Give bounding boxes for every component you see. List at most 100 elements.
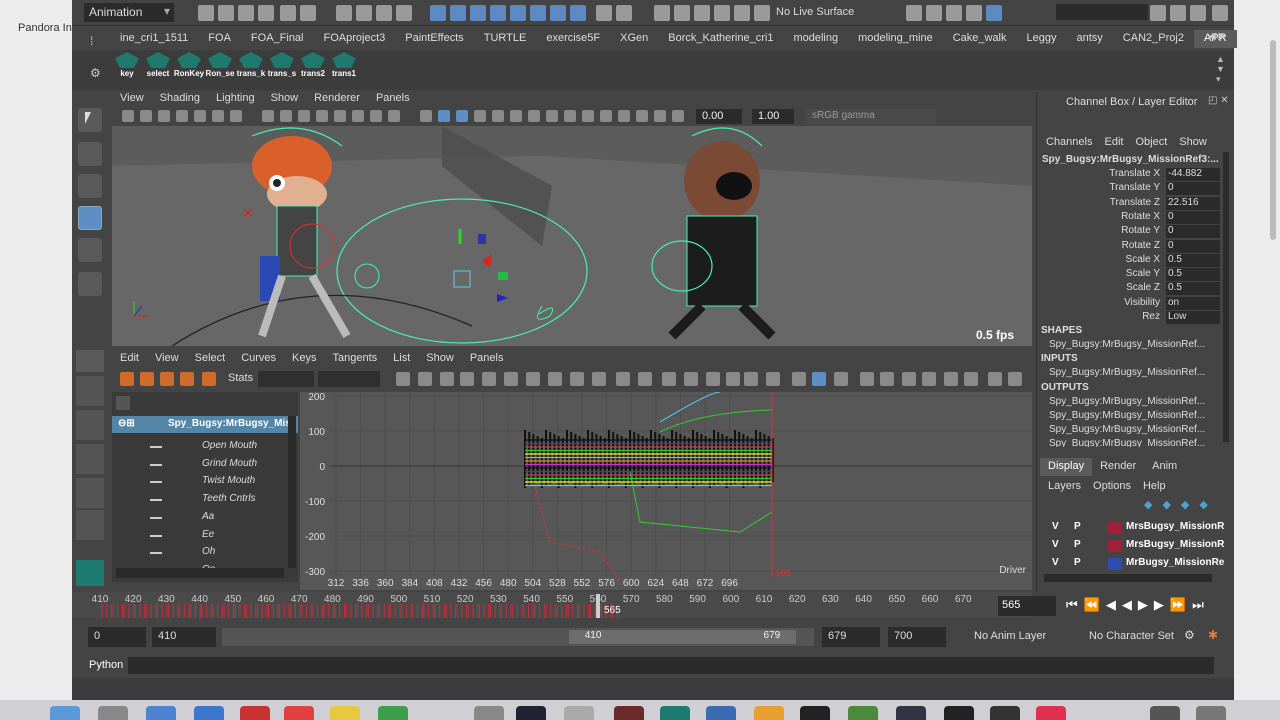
channel-label[interactable]: Rotate Y [1040,225,1160,236]
graph-editor-tool-icon[interactable] [944,372,958,386]
graph-editor-tool-icon[interactable] [460,372,474,386]
layer-hscrollbar[interactable] [1044,574,1212,582]
viewport-tool-icon[interactable] [654,110,666,122]
graph-editor-tool-icon[interactable] [140,372,154,386]
channel-value-field[interactable]: 22.516 [1166,196,1220,210]
graph-editor-tool-icon[interactable] [766,372,780,386]
graph-editor-tool-icon[interactable] [988,372,1002,386]
current-time-indicator[interactable] [596,594,600,618]
graph-editor-tool-icon[interactable] [202,372,216,386]
shelf-menu-arrows[interactable]: ▲ ▼ ▾ [1216,54,1225,84]
channel-value-field[interactable]: Low [1166,311,1220,324]
dock-app-icon[interactable] [944,706,974,720]
graph-view[interactable]: 200 100 0 -100 -200 -300 312 336 360 384 408 432 456… [300,392,1032,590]
status-line-tool-icon[interactable] [530,5,546,21]
viewport-menu-lighting[interactable]: Lighting [208,90,263,108]
dock-app-icon[interactable] [660,706,690,720]
viewport-tool-icon[interactable] [388,110,400,122]
viewport-tool-icon[interactable] [280,110,292,122]
dock-app-icon[interactable] [330,706,360,720]
shelf-tab[interactable]: PaintEffects [395,30,474,48]
viewport-tool-icon[interactable] [564,110,576,122]
layer-playback-toggle[interactable]: P [1074,539,1081,550]
viewport-tool-icon[interactable] [636,110,648,122]
outliner-attribute[interactable]: Aa [202,511,214,522]
viewport-tool-icon[interactable] [600,110,612,122]
status-line-tool-icon[interactable] [376,5,392,21]
channel-value-field[interactable]: 0.5 [1166,253,1220,267]
status-line-tool-icon[interactable] [430,5,446,21]
viewport-menu-show[interactable]: Show [263,90,307,108]
outliner-hscrollbar[interactable] [116,568,284,578]
display-layer-row[interactable]: V P MrsBugsy_MissionR [1044,520,1224,536]
layer-color-swatch[interactable] [1108,540,1122,552]
viewport-menu-panels[interactable]: Panels [368,90,418,108]
graph-editor-tool-icon[interactable] [526,372,540,386]
status-line-tool-icon[interactable] [654,5,670,21]
graph-editor-tool-icon[interactable] [834,372,848,386]
graph-editor-tool-icon[interactable] [662,372,676,386]
outliner-filter-icon[interactable] [116,396,130,410]
graph-editor-tool-icon[interactable] [418,372,432,386]
status-line-tool-icon[interactable] [596,5,612,21]
status-line-tool-icon[interactable] [356,5,372,21]
layer-menu-help[interactable]: Help [1137,478,1172,494]
ge-menu-edit[interactable]: Edit [112,350,147,368]
dock-app-icon[interactable] [194,706,224,720]
output-item[interactable]: Spy_Bugsy:MrBugsy_MissionRef... [1049,438,1205,447]
status-line-tool-icon[interactable] [986,5,1002,21]
graph-editor-tool-icon[interactable] [922,372,936,386]
layer-visibility-toggle[interactable]: V [1052,521,1059,532]
tab-anim[interactable]: Anim [1144,458,1185,476]
viewport-tool-icon[interactable] [158,110,170,122]
layer-menu-options[interactable]: Options [1087,478,1137,494]
channel-value-field[interactable]: 0.5 [1166,282,1220,296]
display-layer-row[interactable]: V P MrsBugsy_MissionR [1044,538,1224,554]
graph-editor-tool-icon[interactable] [440,372,454,386]
browser-scrollbar[interactable] [1270,40,1276,240]
layout-single-icon[interactable] [76,350,104,372]
dock-app-icon[interactable] [240,706,270,720]
playback-end-field[interactable]: 679 [822,627,880,647]
preferences-icon[interactable]: ⚙ [1184,628,1195,642]
viewport-tool-icon[interactable] [546,110,558,122]
channel-label[interactable]: Scale X [1040,254,1160,265]
browser-tab[interactable]: Pandora In [0,22,72,40]
viewport-tool-icon[interactable] [456,110,468,122]
channel-label[interactable]: Translate Z [1040,197,1160,208]
graph-editor-tool-icon[interactable] [1008,372,1022,386]
outliner-attribute[interactable]: Teeth Cntrls [202,493,256,504]
auto-key-icon[interactable]: ✱ [1208,628,1218,642]
status-line-tool-icon[interactable] [926,5,942,21]
outliner-attribute[interactable]: Open Mouth [202,440,257,451]
status-line-tool-icon[interactable] [906,5,922,21]
outliner-object-row[interactable]: ⊖⊞ Spy_Bugsy:MrBugsy_Mis [112,416,298,433]
ge-menu-curves[interactable]: Curves [233,350,284,368]
move-tool-icon[interactable] [78,206,102,230]
status-line-tool-icon[interactable] [946,5,962,21]
viewport-tool-icon[interactable] [492,110,504,122]
rotate-tool-icon[interactable] [78,238,102,262]
layout-graph-icon[interactable] [76,478,104,508]
animation-start-field[interactable]: 0 [88,627,146,647]
gamma-field[interactable]: 1.00 [752,109,794,124]
viewport-tool-icon[interactable] [582,110,594,122]
color-space-dropdown[interactable]: sRGB gamma [806,109,936,124]
viewport-tool-icon[interactable] [122,110,134,122]
menu-set-dropdown[interactable]: Animation ▾ [84,3,174,22]
playback-start-field[interactable]: 410 [152,627,216,647]
shelf-tab[interactable]: FOA_Final [241,30,314,48]
shelf-tab[interactable]: Borck_Katherine_cri1 [658,30,783,48]
dock-app-icon[interactable] [1150,706,1180,720]
status-line-tool-icon[interactable] [470,5,486,21]
outliner-attribute[interactable]: Twist Mouth [202,475,255,486]
dock-app-icon[interactable] [564,706,594,720]
graph-editor-tool-icon[interactable] [616,372,630,386]
perspective-viewport[interactable]: ✕ 0.5 fps [112,126,1032,346]
exposure-field[interactable]: 0.00 [696,109,742,124]
animation-curves[interactable] [524,392,774,583]
animation-end-field[interactable]: 700 [888,627,946,647]
status-line-tool-icon[interactable] [300,5,316,21]
channel-label[interactable]: Scale Y [1040,268,1160,279]
viewport-tool-icon[interactable] [176,110,188,122]
